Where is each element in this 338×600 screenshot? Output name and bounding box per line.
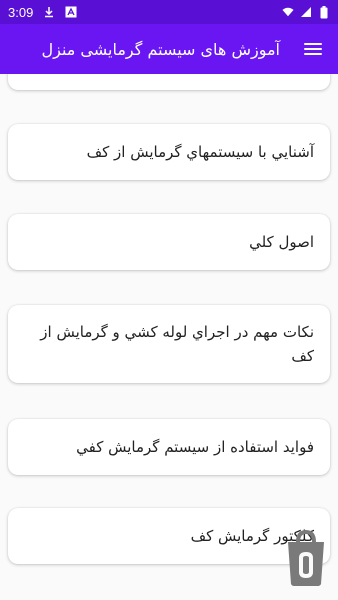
bazaar-shopping-bag-icon[interactable] [284,528,328,588]
topics-list[interactable]: آشنايي با سيستمهاي گرمايش از كف اصول كلي… [0,74,338,600]
status-time: 3:09 [8,4,34,20]
app-notification-icon [65,6,77,18]
list-item[interactable]: كلكتور گرمايش كف [8,508,330,564]
list-item[interactable] [8,74,330,90]
status-bar: 3:09 [0,0,338,24]
app-bar: آموزش های سیستم گرمایشی منزل [0,24,338,74]
hamburger-menu-icon[interactable] [298,37,322,61]
app-title: آموزش های سیستم گرمایشی منزل [41,39,280,59]
list-item[interactable]: آشنايي با سيستمهاي گرمايش از كف [8,124,330,180]
download-icon [43,6,55,18]
battery-icon [318,5,330,18]
list-item[interactable]: اصول كلي [8,214,330,270]
list-item-label: آشنايي با سيستمهاي گرمايش از كف [86,143,314,161]
signal-icon [300,6,312,18]
list-item-label: اصول كلي [249,233,314,251]
list-item-label: فوايد استفاده از سيستم گرمايش كفي [76,438,314,456]
list-item[interactable]: فوايد استفاده از سيستم گرمايش كفي [8,419,330,475]
list-item-label: نكات مهم در اجراي لوله كشي و گرمايش از ك… [40,323,314,365]
list-item[interactable]: نكات مهم در اجراي لوله كشي و گرمايش از ك… [8,305,330,383]
wifi-icon [282,6,294,18]
